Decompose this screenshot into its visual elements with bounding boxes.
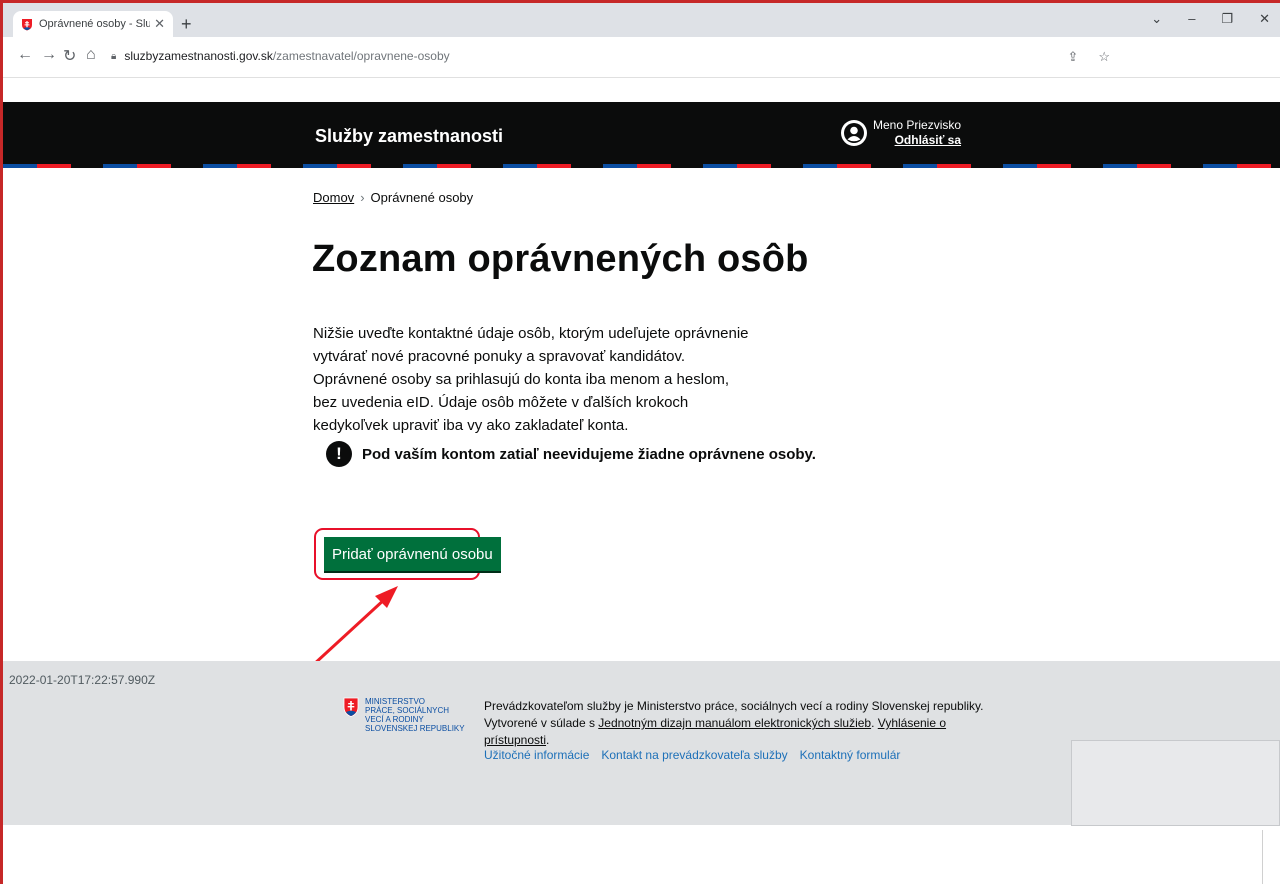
address-bar[interactable]: 🔒︎ sluzbyzamestnanosti.gov.sk/zamestnava… xyxy=(111,43,1111,69)
breadcrumb: Domov › Oprávnené osoby xyxy=(313,190,473,205)
site-brand[interactable]: Služby zamestnanosti xyxy=(315,126,503,147)
browser-tabstrip: Oprávnené osoby - Služby zamest ✕ + ⌄ – … xyxy=(3,3,1280,37)
reload-icon[interactable]: ↻ xyxy=(63,46,76,66)
divider xyxy=(1262,830,1263,884)
footer-text-part-3: . xyxy=(546,733,550,747)
ministry-line-1: MINISTERSTVO xyxy=(365,697,426,706)
site-header: Služby zamestnanosti Meno Priezvisko Odh… xyxy=(3,102,1280,168)
sk-coat-of-arms-icon xyxy=(343,697,359,717)
url-path: /zamestnavatel/opravnene-osoby xyxy=(272,49,450,63)
breadcrumb-chevron-icon: › xyxy=(360,190,365,205)
warning-icon: ! xyxy=(326,441,352,467)
footer-link-operator-contact[interactable]: Kontakt na prevádzkovateľa služby xyxy=(601,748,787,762)
forward-icon[interactable]: → xyxy=(41,46,57,64)
breadcrumb-home-link[interactable]: Domov xyxy=(313,190,354,205)
back-icon[interactable]: ← xyxy=(17,46,33,64)
sk-coat-of-arms-icon xyxy=(22,18,32,30)
page-title: Zoznam oprávnených osôb xyxy=(312,238,809,280)
user-menu: Meno Priezvisko Odhlásiť sa xyxy=(841,118,961,148)
footer-links: Užitočné informácie Kontakt na prevádzko… xyxy=(484,748,900,762)
footer-side-panel xyxy=(1071,740,1280,826)
home-icon[interactable]: ⌂ xyxy=(86,46,96,64)
ministry-line-3: VECÍ A RODINY xyxy=(365,715,424,724)
footer-text-part-2: . xyxy=(871,716,878,730)
notice-text: Pod vaším kontom zatiaľ neevidujeme žiad… xyxy=(362,445,816,463)
footer-link-useful-info[interactable]: Užitočné informácie xyxy=(484,748,589,762)
logout-link[interactable]: Odhlásiť sa xyxy=(873,133,961,148)
browser-toolbar: ← → ↻ ⌂ 🔒︎ sluzbyzamestnanosti.gov.sk/za… xyxy=(3,37,1280,78)
user-name: Meno Priezvisko xyxy=(873,118,962,132)
tab-search-icon[interactable]: ⌄ xyxy=(1151,11,1162,27)
build-timestamp: 2022-01-20T17:22:57.990Z xyxy=(9,673,156,687)
empty-notice: ! Pod vaším kontom zatiaľ neevidujeme ži… xyxy=(326,441,816,467)
design-manual-link[interactable]: Jednotným dizajn manuálom elektronických… xyxy=(598,716,871,730)
restore-icon[interactable]: ❐ xyxy=(1221,11,1233,27)
footer-operator-text: Prevádzkovateľom služby je Ministerstvo … xyxy=(484,698,984,749)
ministry-line-4: SLOVENSKEJ REPUBLIKY xyxy=(365,724,465,733)
lock-icon[interactable]: 🔒︎ xyxy=(111,51,116,62)
header-tricolor-stripes xyxy=(3,164,1280,168)
breadcrumb-current: Oprávnené osoby xyxy=(370,190,474,205)
add-authorized-person-button[interactable]: Pridať oprávnenú osobu xyxy=(324,537,501,571)
ministry-line-2: PRÁCE, SOCIÁLNYCH xyxy=(365,706,450,715)
bookmark-star-icon[interactable]: ☆ xyxy=(1098,49,1110,65)
url-host: sluzbyzamestnanosti.gov.sk xyxy=(124,49,273,63)
ministry-logo[interactable]: MINISTERSTVO PRÁCE, SOCIÁLNYCH VECÍ A RO… xyxy=(343,697,475,733)
intro-text: Nižšie uveďte kontaktné údaje osôb, ktor… xyxy=(313,325,749,434)
browser-tab[interactable]: Oprávnené osoby - Služby zamest ✕ xyxy=(13,11,173,37)
new-tab-icon[interactable]: + xyxy=(181,14,192,35)
tab-title: Oprávnené osoby - Služby zamest xyxy=(39,18,151,30)
tab-close-icon[interactable]: ✕ xyxy=(154,16,165,32)
window-close-icon[interactable]: ✕ xyxy=(1259,11,1270,27)
footer-link-contact-form[interactable]: Kontaktný formulár xyxy=(800,748,901,762)
user-avatar-icon xyxy=(841,120,867,146)
minimize-icon[interactable]: – xyxy=(1188,11,1195,27)
window-controls: ⌄ – ❐ ✕ xyxy=(1151,11,1270,27)
share-icon[interactable]: ⇪ xyxy=(1067,49,1078,65)
